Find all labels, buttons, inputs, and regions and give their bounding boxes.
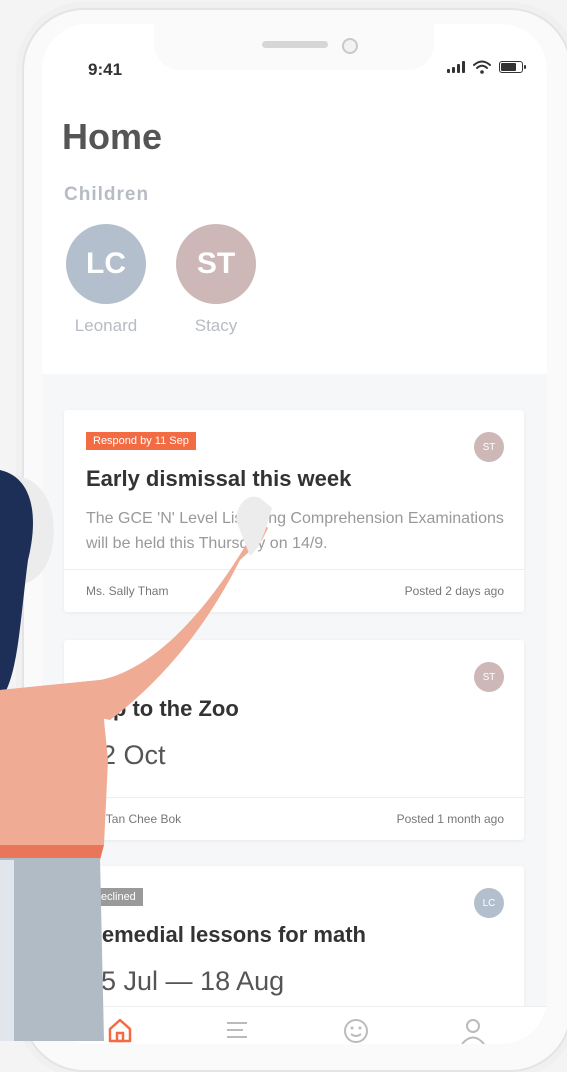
sender-avatar: ST [474,432,504,462]
child-stacy[interactable]: ST Stacy [174,224,258,336]
signal-icon [447,61,465,73]
card-footer: Ms. Sally Tham Posted 2 days ago [64,569,524,612]
announcement-card[interactable]: Respond by 11 Sep ST Early dismissal thi… [64,410,524,612]
tab-bar [42,1006,547,1044]
card-posted: Posted 1 month ago [396,812,504,826]
child-avatar: LC [66,224,146,304]
phone-frame: 9:41 Home Children LC Leonard ST Stacy R… [22,8,567,1072]
speaker [262,41,328,48]
declined-badge: Declined [86,888,143,906]
card-posted: Posted 2 days ago [404,584,504,598]
smiley-icon [344,1019,368,1043]
sender-avatar: ST [474,662,504,692]
child-leonard[interactable]: LC Leonard [64,224,148,336]
status-time: 9:41 [88,60,123,79]
respond-badge: Respond by 11 Sep [86,432,196,450]
list-icon [227,1022,247,1038]
sender-avatar: LC [474,888,504,918]
card-title: Remedial lessons for math [86,922,366,947]
event-card[interactable]: ST Trip to the Zoo 22 Oct Mr. Tan Chee B… [64,640,524,840]
home-icon [108,1018,132,1043]
child-avatar: ST [176,224,256,304]
card-footer: Mr. Tan Chee Bok Posted 1 month ago [64,797,524,840]
app-screen: 9:41 Home Children LC Leonard ST Stacy R… [42,24,547,1044]
child-name: Stacy [194,316,238,335]
notch [154,24,434,70]
card-date: 15 Jul — 18 Aug [86,966,285,996]
card-date: 22 Oct [86,740,166,770]
wifi-icon [473,60,491,74]
tab-profile[interactable] [459,1017,487,1044]
status-icons [447,60,526,74]
feed: Respond by 11 Sep ST Early dismissal thi… [42,374,547,1044]
card-title: Early dismissal this week [86,466,352,491]
card-author: Mr. Tan Chee Bok [86,812,182,826]
tab-feedback[interactable] [342,1017,370,1044]
battery-icon [499,61,526,73]
camera [342,38,358,54]
page-title: Home [62,116,163,157]
tab-home[interactable] [107,1017,133,1044]
card-author: Ms. Sally Tham [86,584,169,598]
card-body: The GCE 'N' Level Listening Comprehensio… [86,510,504,552]
child-name: Leonard [74,316,138,335]
children-section-label: Children [64,184,150,205]
tab-announcements[interactable] [224,1017,250,1044]
profile-icon [461,1019,485,1044]
card-title: Trip to the Zoo [86,696,239,721]
